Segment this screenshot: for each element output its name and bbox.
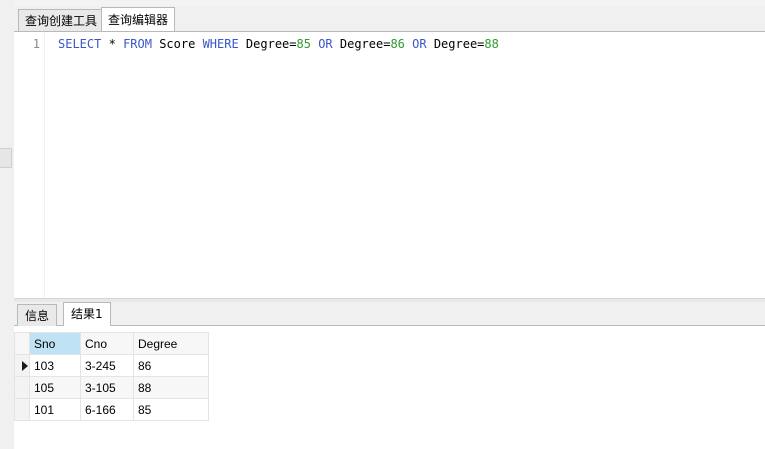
line-number-gutter: 1 <box>14 32 45 298</box>
panel-collapse-handle[interactable] <box>0 148 12 168</box>
sql-editor[interactable]: 1 SELECT * FROM Score WHERE Degree=85 OR… <box>14 32 765 298</box>
token-number: 85 <box>296 37 311 51</box>
tab-query-editor[interactable]: 查询编辑器 <box>101 7 176 31</box>
grid-header-row: Sno Cno Degree <box>14 332 209 355</box>
token-number: 86 <box>390 37 405 51</box>
cell-sno[interactable]: 103 <box>29 354 81 377</box>
token-table: Score <box>159 37 196 51</box>
cell-sno[interactable]: 101 <box>29 398 81 421</box>
token-star: * <box>108 37 116 51</box>
keyword-where: WHERE <box>202 37 239 51</box>
result-grid: Sno Cno Degree 103 3-245 86 105 3-105 88… <box>14 332 209 421</box>
column-header-sno[interactable]: Sno <box>29 332 81 355</box>
keyword-from: FROM <box>123 37 152 51</box>
table-row[interactable]: 105 3-105 88 <box>14 376 209 399</box>
row-indicator <box>14 376 30 399</box>
column-header-degree[interactable]: Degree <box>133 332 209 355</box>
keyword-select: SELECT <box>58 37 102 51</box>
current-row-indicator <box>14 354 30 377</box>
code-line[interactable]: SELECT * FROM Score WHERE Degree=85 OR D… <box>58 37 499 51</box>
row-indicator <box>14 398 30 421</box>
result-grid-area: Sno Cno Degree 103 3-245 86 105 3-105 88… <box>14 326 765 449</box>
result-tab-bar: 信息 结果1 <box>14 302 765 326</box>
table-row[interactable]: 103 3-245 86 <box>14 354 209 377</box>
row-indicator-header <box>14 332 30 355</box>
token-column: Degree= <box>245 37 297 51</box>
column-header-cno[interactable]: Cno <box>80 332 134 355</box>
editor-tab-bar: 查询创建工具 查询编辑器 <box>14 6 765 32</box>
table-row[interactable]: 101 6-166 85 <box>14 398 209 421</box>
cell-sno[interactable]: 105 <box>29 376 81 399</box>
cell-degree[interactable]: 85 <box>133 398 209 421</box>
token-number: 88 <box>484 37 499 51</box>
token-column: Degree= <box>433 37 485 51</box>
current-row-arrow-icon <box>22 360 28 371</box>
tab-result1[interactable]: 结果1 <box>63 302 111 326</box>
cell-cno[interactable]: 6-166 <box>80 398 134 421</box>
cell-degree[interactable]: 86 <box>133 354 209 377</box>
tab-info[interactable]: 信息 <box>17 304 58 326</box>
tab-query-builder[interactable]: 查询创建工具 <box>18 9 105 31</box>
cell-degree[interactable]: 88 <box>133 376 209 399</box>
keyword-or: OR <box>318 37 333 51</box>
cell-cno[interactable]: 3-105 <box>80 376 134 399</box>
keyword-or: OR <box>412 37 427 51</box>
line-number: 1 <box>32 37 40 51</box>
left-panel-edge <box>0 0 14 449</box>
token-column: Degree= <box>339 37 391 51</box>
cell-cno[interactable]: 3-245 <box>80 354 134 377</box>
